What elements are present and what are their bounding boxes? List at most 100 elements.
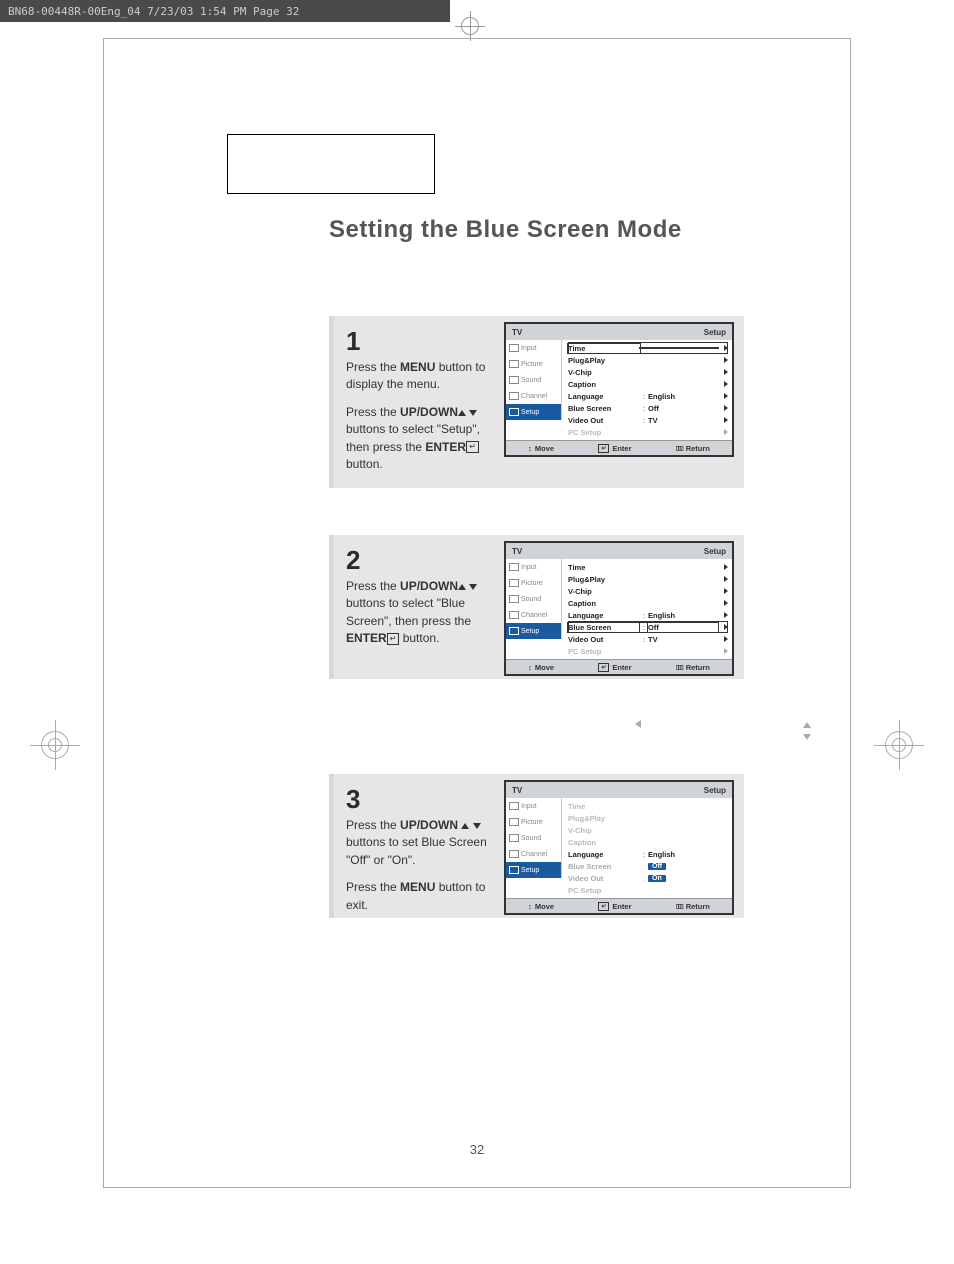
down-arrow-icon	[473, 823, 481, 829]
sidebar-item-input: Input	[506, 559, 562, 575]
osd-tv-label: TV	[512, 547, 522, 556]
footer-enter: Enter	[598, 663, 631, 672]
sidebar-item-picture: Picture	[506, 814, 562, 830]
step-1-block: 1 Press the MENU button to display the m…	[329, 316, 744, 488]
text: Press the	[346, 405, 400, 419]
updown-icon	[528, 444, 532, 453]
osd-header: TV Setup	[506, 543, 732, 559]
right-arrow-icon	[724, 357, 728, 363]
label: Blue Screen	[568, 623, 640, 632]
page-number: 32	[104, 1142, 850, 1157]
text: Press the	[346, 818, 400, 832]
value: English	[648, 850, 728, 859]
right-arrow-icon	[724, 636, 728, 642]
sidebar-item-sound: Sound	[506, 372, 562, 388]
right-arrow-icon	[724, 648, 728, 654]
footer-enter: Enter	[598, 902, 631, 911]
right-arrow-icon	[724, 393, 728, 399]
row-bluescreen: Blue Screen:Off	[568, 402, 728, 414]
enter-icon: ↵	[466, 441, 479, 453]
step-3-text: Press the UP/DOWN buttons to set Blue Sc…	[346, 817, 506, 914]
label: Sound	[521, 377, 541, 384]
osd-sidebar: Input Picture Sound Channel Setup	[506, 340, 562, 440]
up-arrow-icon	[458, 584, 466, 590]
channel-icon	[509, 850, 519, 858]
label: V-Chip	[568, 368, 640, 377]
label: Move	[535, 902, 554, 911]
sidebar-item-setup: Setup	[506, 862, 562, 878]
sidebar-item-channel: Channel	[506, 607, 562, 623]
osd-footer: Move Enter Return	[506, 659, 732, 674]
left-triangle-icon	[635, 719, 641, 731]
down-arrow-icon	[469, 410, 477, 416]
label: Blue Screen	[568, 862, 640, 871]
label: Enter	[612, 902, 631, 911]
osd-list: Time Plug&Play V-Chip Caption Language:E…	[562, 798, 732, 898]
row-language: Language:English	[568, 609, 728, 621]
sound-icon	[509, 595, 519, 603]
osd-header: TV Setup	[506, 782, 732, 798]
right-arrow-icon	[724, 612, 728, 618]
label: Plug&Play	[568, 575, 640, 584]
row-time: Time	[568, 561, 728, 573]
label: Input	[521, 345, 537, 352]
value: On	[648, 875, 666, 882]
button-name: UP/DOWN	[400, 579, 458, 593]
osd-section-label: Setup	[704, 328, 726, 337]
enter-icon	[598, 902, 609, 911]
setup-icon	[509, 627, 519, 635]
label: PC Setup	[568, 428, 640, 437]
label: Enter	[612, 444, 631, 453]
sidebar-item-picture: Picture	[506, 575, 562, 591]
label: Video Out	[568, 874, 640, 883]
label: Input	[521, 803, 537, 810]
updown-triangle-icon	[803, 719, 811, 743]
footer-enter: Enter	[598, 444, 631, 453]
row-time: Time	[568, 800, 728, 812]
right-arrow-icon	[724, 405, 728, 411]
label: Move	[535, 663, 554, 672]
row-pcsetup: PC Setup	[568, 884, 728, 896]
text: Press the	[346, 360, 400, 374]
sidebar-item-input: Input	[506, 340, 562, 356]
right-arrow-icon	[724, 429, 728, 435]
text: Press the	[346, 880, 400, 894]
right-arrow-icon	[724, 417, 728, 423]
text: buttons to select "Blue Screen", then pr…	[346, 596, 471, 627]
row-caption: Caption	[568, 378, 728, 390]
label: Video Out	[568, 416, 640, 425]
sidebar-item-picture: Picture	[506, 356, 562, 372]
osd-header: TV Setup	[506, 324, 732, 340]
row-pcsetup: PC Setup	[568, 645, 728, 657]
right-arrow-icon	[724, 624, 728, 630]
sidebar-item-input: Input	[506, 798, 562, 814]
label: Time	[568, 563, 640, 572]
label: Input	[521, 564, 537, 571]
registration-mark-left-icon	[30, 720, 80, 770]
label: Language	[568, 611, 640, 620]
label: PC Setup	[568, 647, 640, 656]
footer-move: Move	[528, 663, 554, 672]
button-name: UP/DOWN	[400, 405, 458, 419]
button-name: ENTER	[425, 440, 466, 454]
osd-screenshot-1: TV Setup Input Picture Sound Channel Set…	[504, 322, 734, 457]
row-videoout: Video Out:On	[568, 872, 728, 884]
label: Time	[568, 344, 640, 353]
step-3-block: 3 Press the UP/DOWN buttons to set Blue …	[329, 774, 744, 918]
label: Plug&Play	[568, 356, 640, 365]
return-icon	[676, 903, 683, 910]
label: Caption	[568, 838, 640, 847]
label: Channel	[521, 393, 547, 400]
sidebar-item-channel: Channel	[506, 388, 562, 404]
enter-icon: ↵	[387, 633, 400, 645]
sidebar-item-channel: Channel	[506, 846, 562, 862]
row-language: Language:English	[568, 390, 728, 402]
step-1-text: Press the MENU button to display the men…	[346, 359, 506, 473]
right-arrow-icon	[724, 345, 728, 351]
label: Channel	[521, 851, 547, 858]
label: Return	[686, 902, 710, 911]
down-arrow-icon	[469, 584, 477, 590]
row-plugplay: Plug&Play	[568, 812, 728, 824]
enter-icon	[598, 444, 609, 453]
footer-move: Move	[528, 444, 554, 453]
